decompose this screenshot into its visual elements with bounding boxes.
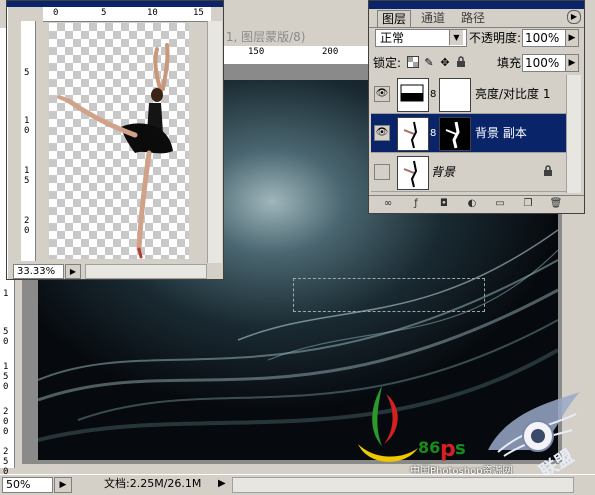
status-menu-icon[interactable]: ▶ [54,477,72,493]
ruler-tick: 0 [3,427,9,437]
layer-mask-thumbnail[interactable] [439,117,471,151]
lock-all-icon[interactable] [455,56,467,69]
link-chain-icon[interactable]: 8 [430,128,436,139]
layer-list: 👁 8 亮度/对比度 1 👁 8 背景 副本 背景 [371,75,566,193]
lock-position-move-icon[interactable]: ✥ [439,56,451,69]
adjustment-thumbnail-icon [397,78,429,112]
ballerina-figure [57,43,173,259]
link-layers-icon[interactable]: ∞ [381,197,395,210]
86ps-logo: 86 p s 中国Photoshop资源网 [352,376,513,477]
ruler-tick: 2 [24,216,30,226]
preview-left-ruler[interactable]: 5 1 0 1 5 2 0 [21,21,36,261]
layer-name: 亮度/对比度 1 [475,87,551,101]
chevron-down-icon[interactable]: ▼ [449,30,463,45]
svg-text:p: p [440,437,456,462]
ruler-tick: 5 [3,327,9,337]
ruler-tick: 0 [53,8,59,18]
new-layer-icon[interactable]: ❐ [521,197,535,210]
horizontal-scrollbar[interactable] [232,477,574,493]
layer-row-background[interactable]: 背景 [371,153,566,192]
preview-window[interactable]: 0 5 10 15 5 1 0 1 5 2 0 33.33% ▶ [6,0,224,280]
svg-text:86: 86 [418,438,440,457]
fill-label: 填充: [497,56,526,70]
document-title: 度 1, 图层蒙版/8) [210,30,306,44]
delete-layer-icon[interactable]: 🗑 [549,197,563,210]
link-chain-icon[interactable]: 8 [430,89,436,100]
layers-panel-title-bar[interactable] [369,1,584,9]
tab-channels[interactable]: 通道 [417,10,449,26]
ruler-tick: 0 [3,382,9,392]
tab-layers[interactable]: 图层 [377,10,412,27]
preview-top-ruler[interactable]: 0 5 10 15 [43,7,211,22]
ruler-tick: 1 [24,166,30,176]
ruler-tick: 1 [3,289,9,299]
ruler-tick: 5 [101,8,107,18]
layer-thumbnail [397,156,429,190]
layer-mask-thumbnail[interactable] [439,78,471,112]
ruler-tick: 2 [3,407,9,417]
ruler-tick: 0 [24,126,30,136]
layers-panel-tabs: 图层 通道 路径 [369,9,584,28]
layer-name: 背景 副本 [475,126,527,140]
layers-panel: 图层 通道 路径 ▶ 正常 ▼ 不透明度: 100% ▶ 锁定: ✎ ✥ 填充:… [368,0,585,214]
ruler-tick: 5 [3,372,9,382]
layer-style-icon[interactable]: ƒ [409,197,423,210]
ruler-tick: 0 [24,226,30,236]
fill-slider-icon[interactable]: ▶ [565,54,579,72]
preview-canvas[interactable] [49,23,189,259]
ruler-tick: 15 [193,8,204,18]
tab-paths[interactable]: 路径 [457,10,489,26]
86ps-logo-icon: 86 p s [358,386,466,462]
lock-pixels-brush-icon[interactable]: ✎ [423,56,435,69]
zoom-field[interactable]: 50% [2,477,53,493]
opacity-field[interactable]: 100% [522,29,566,47]
wing-emblem-icon [488,392,580,457]
visibility-toggle[interactable] [374,164,390,180]
ruler-tick: 5 [3,457,9,467]
ruler-tick: 1 [24,116,30,126]
opacity-slider-icon[interactable]: ▶ [565,29,579,47]
lock-label: 锁定: [373,56,402,70]
layer-lock-icon [543,165,553,180]
layer-row-brightness-contrast[interactable]: 👁 8 亮度/对比度 1 [371,75,566,114]
document-size-info: 文档:2.25M/26.1M [104,477,202,490]
svg-text:s: s [455,438,466,459]
panel-menu-icon[interactable]: ▶ [567,10,581,24]
preview-horizontal-scrollbar[interactable] [85,264,207,279]
lock-transparency-icon[interactable] [407,56,419,69]
preview-menu-icon[interactable]: ▶ [65,264,81,279]
visibility-eye-icon[interactable]: 👁 [374,86,390,102]
selection-marquee[interactable] [293,278,485,312]
ruler-tick: 5 [24,68,30,78]
ruler-tick: 10 [147,8,158,18]
ruler-tick: 5 [24,176,30,186]
ruler-tick: 2 [3,447,9,457]
fill-field[interactable]: 100% [522,54,566,72]
add-mask-icon[interactable]: ◘ [437,197,451,210]
ruler-tick: 150 [248,47,265,57]
adjustment-layer-icon[interactable]: ◐ [465,197,479,210]
ruler-tick: 0 [3,417,9,427]
status-arrow-icon[interactable]: ▶ [218,478,226,489]
layer-name: 背景 [431,165,456,179]
ruler-tick: 200 [322,47,339,57]
ruler-tick: 0 [3,337,9,347]
preview-vertical-scrollbar[interactable] [207,21,222,263]
layers-vertical-scrollbar[interactable] [566,75,581,193]
watermark-badge: 联盟 [468,390,586,485]
new-group-icon[interactable]: ▭ [493,197,507,210]
preview-zoom-field[interactable]: 33.33% [13,264,64,279]
opacity-label: 不透明度: [469,31,522,45]
visibility-eye-icon[interactable]: 👁 [374,125,390,141]
layer-row-background-copy[interactable]: 👁 8 背景 副本 [371,114,566,153]
layer-thumbnail [397,117,429,151]
ruler-tick: 1 [3,362,9,372]
